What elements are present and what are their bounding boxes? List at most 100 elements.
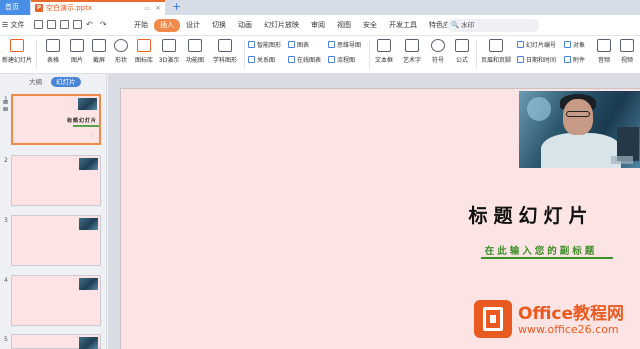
symbol-icon xyxy=(431,39,445,52)
slide-thumbnail[interactable] xyxy=(11,334,101,349)
redo-icon[interactable]: ↷ xyxy=(100,20,110,29)
screenshot-button[interactable]: 截屏 xyxy=(89,39,109,64)
slide-subtitle[interactable]: 在此输入您的副标题 xyxy=(471,243,611,257)
office-logo-door xyxy=(483,307,503,331)
menu-bar: ☰ 文件 ↶ ↷ 开始 插入 设计 切换 动画 幻灯片放映 审阅 视图 安全 开… xyxy=(0,15,640,36)
menu-transition[interactable]: 切换 xyxy=(206,19,232,32)
shape-icon xyxy=(114,39,128,52)
subtitle-underline xyxy=(481,257,613,259)
attachment-icon xyxy=(564,56,571,63)
icon-library-label: 图标库 xyxy=(134,57,153,64)
image-icon xyxy=(70,39,84,52)
slide-number-button[interactable]: 幻灯片编号 xyxy=(517,41,556,50)
math-graph-label: 学科图形 xyxy=(212,57,237,64)
file-menu[interactable]: ☰ 文件 xyxy=(2,15,25,36)
online-chart-button[interactable]: 在线图表 xyxy=(288,56,321,65)
new-slide-button[interactable]: 新建幻灯片 xyxy=(2,39,32,64)
smart-graphic-button[interactable]: 智能图形 xyxy=(248,41,281,50)
preview-icon[interactable] xyxy=(73,20,82,29)
audio-button[interactable]: 音频 xyxy=(594,39,614,64)
relation-graph-button[interactable]: 关系图 xyxy=(248,56,275,65)
menu-dev-tools[interactable]: 开发工具 xyxy=(383,19,423,32)
photo-glasses xyxy=(566,111,590,117)
mind-map-label: 思维导图 xyxy=(337,42,362,49)
office-logo-icon xyxy=(474,300,512,338)
3d-demo-button[interactable]: 3D演示 xyxy=(157,39,181,64)
save-icon[interactable] xyxy=(34,20,43,29)
chart-icon xyxy=(288,41,295,48)
menu-animation[interactable]: 动画 xyxy=(232,19,258,32)
attachment-button[interactable]: 附件 xyxy=(564,56,585,65)
attachment-label: 附件 xyxy=(573,57,586,64)
thumbnail-photo xyxy=(79,218,98,230)
date-time-button[interactable]: 日期和时间 xyxy=(517,56,556,65)
icon-library-button[interactable]: 图标库 xyxy=(133,39,155,64)
title-tab-bar: 首页 P 空白演示.pptx ▭ × + xyxy=(0,0,640,15)
function-chart-button[interactable]: 功能图 xyxy=(183,39,207,64)
open-icon[interactable] xyxy=(47,20,56,29)
photo-keyboard xyxy=(611,156,633,164)
thumbnail-photo xyxy=(78,98,97,110)
table-label: 表格 xyxy=(46,57,59,64)
menu-insert[interactable]: 插入 xyxy=(154,19,180,32)
object-icon xyxy=(564,41,571,48)
screenshot-icon xyxy=(92,39,106,52)
slide-number: 4 xyxy=(4,277,8,284)
insert-ribbon: 新建幻灯片 表格 图片 截屏 形状 图标库 3D演示 功能图 学科图形 智能图形… xyxy=(0,36,640,74)
formula-icon xyxy=(455,39,469,52)
slide-thumbnail[interactable]: 标题幻灯片 ☆ xyxy=(11,94,101,145)
slide-thumbnail[interactable] xyxy=(11,275,101,326)
slide-thumbnail[interactable] xyxy=(11,215,101,266)
video-label: 视频 xyxy=(620,57,633,64)
menu-slideshow[interactable]: 幻灯片放映 xyxy=(258,19,305,32)
symbol-button[interactable]: 符号 xyxy=(428,39,448,64)
chart-button[interactable]: 图表 xyxy=(288,41,309,50)
tab-home[interactable]: 首页 xyxy=(0,0,30,15)
header-footer-button[interactable]: 页眉和页脚 xyxy=(478,39,514,64)
tab-outline[interactable]: 大纲 xyxy=(24,77,47,87)
print-icon[interactable] xyxy=(60,20,69,29)
menu-start[interactable]: 开始 xyxy=(128,19,154,32)
shape-button[interactable]: 形状 xyxy=(110,39,132,64)
slide-number: 5 xyxy=(4,336,8,343)
3d-demo-icon xyxy=(162,39,176,52)
table-button[interactable]: 表格 xyxy=(42,39,64,64)
image-button[interactable]: 图片 xyxy=(66,39,88,64)
mind-map-button[interactable]: 思维导图 xyxy=(328,41,361,50)
flow-chart-label: 流程图 xyxy=(337,57,356,64)
online-chart-icon xyxy=(288,56,295,63)
search-input[interactable]: 🔍 水印 xyxy=(447,19,539,32)
text-box-button[interactable]: 文本框 xyxy=(372,39,396,64)
new-tab-button[interactable]: + xyxy=(172,0,181,14)
undo-icon[interactable]: ↶ xyxy=(86,20,96,29)
slide-title[interactable]: 标题幻灯片 xyxy=(451,201,611,228)
audio-icon xyxy=(597,39,611,52)
tab-document[interactable]: P 空白演示.pptx ▭ × xyxy=(31,0,165,15)
header-footer-icon xyxy=(489,39,503,52)
menu-design[interactable]: 设计 xyxy=(180,19,206,32)
relation-graph-label: 关系图 xyxy=(257,57,276,64)
menu-security[interactable]: 安全 xyxy=(357,19,383,32)
video-button[interactable]: 视频 xyxy=(617,39,637,64)
view-tabs: 大纲 幻灯片 xyxy=(24,77,81,87)
menu-view[interactable]: 视图 xyxy=(331,19,357,32)
chart-label: 图表 xyxy=(297,42,310,49)
math-graph-button[interactable]: 学科图形 xyxy=(210,39,240,64)
slide-number: 2 xyxy=(4,157,8,164)
object-button[interactable]: 对象 xyxy=(564,41,585,50)
date-time-icon xyxy=(517,56,524,63)
ribbon-separator xyxy=(369,40,370,70)
close-tab-icon[interactable]: × xyxy=(155,2,161,15)
flow-chart-icon xyxy=(328,56,335,63)
formula-button[interactable]: 公式 xyxy=(451,39,473,64)
slide-photo[interactable] xyxy=(519,91,640,168)
image-label: 图片 xyxy=(70,57,83,64)
art-text-button[interactable]: 艺术字 xyxy=(399,39,425,64)
menu-review[interactable]: 审阅 xyxy=(305,19,331,32)
tab-slides[interactable]: 幻灯片 xyxy=(51,77,81,87)
monitor-icon[interactable]: ▭ xyxy=(144,2,150,15)
flow-chart-button[interactable]: 流程图 xyxy=(328,56,355,65)
slide-thumbnail[interactable] xyxy=(11,155,101,206)
icon-library-icon xyxy=(137,39,151,52)
photo-light xyxy=(527,97,551,121)
